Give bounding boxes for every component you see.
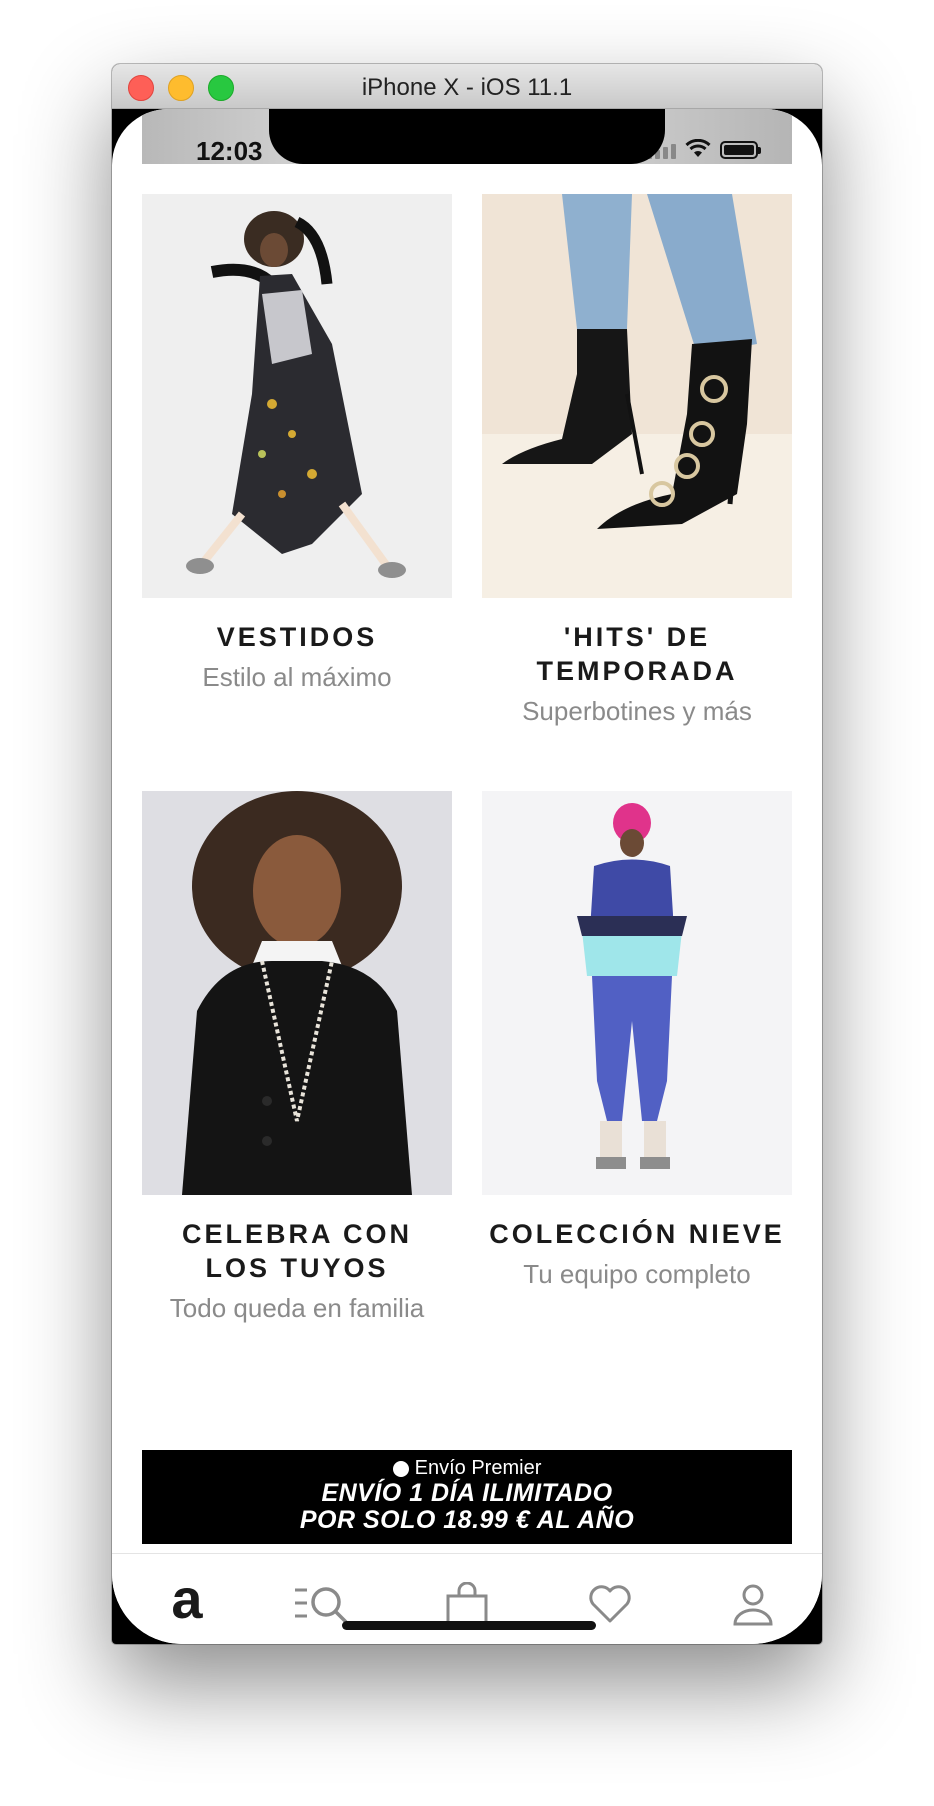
tab-bar: a <box>112 1553 822 1644</box>
category-tile-celebra[interactable]: CELEBRA CON LOS TUYOS Todo queda en fami… <box>142 791 452 1324</box>
tab-account[interactable] <box>723 1574 783 1634</box>
status-time: 12:03 <box>196 136 263 166</box>
banner-brand: Envío Premier <box>414 1457 542 1479</box>
phone-screen: 12:03 VESTIDOS Estilo al máximo 'HITS' D… <box>112 109 822 1644</box>
premier-banner[interactable]: Envío Premier ENVÍO 1 DÍA ILIMITADO POR … <box>142 1450 792 1544</box>
category-title: COLECCIÓN NIEVE <box>489 1219 785 1249</box>
tab-home[interactable]: a <box>157 1567 217 1634</box>
category-image-celebra <box>142 791 452 1195</box>
category-image-hits-temporada <box>482 194 792 598</box>
category-image-vestidos <box>142 194 452 598</box>
premier-logo-icon <box>392 1460 409 1477</box>
banner-line-1: ENVÍO 1 DÍA ILIMITADO <box>321 1479 613 1507</box>
category-image-coleccion-nieve <box>482 791 792 1195</box>
category-title: 'HITS' DE TEMPORADA <box>536 622 738 686</box>
category-subtitle: Todo queda en familia <box>169 1293 425 1323</box>
user-icon <box>733 1584 773 1626</box>
category-tile-coleccion-nieve[interactable]: COLECCIÓN NIEVE Tu equipo completo <box>482 791 792 1290</box>
window-title: iPhone X - iOS 11.1 <box>361 74 573 101</box>
wifi-icon <box>685 139 711 157</box>
category-title: VESTIDOS <box>216 622 378 652</box>
home-indicator[interactable] <box>342 1621 596 1630</box>
category-tile-hits-temporada[interactable]: 'HITS' DE TEMPORADA Superbotines y más <box>482 194 792 727</box>
category-title: CELEBRA CON LOS TUYOS <box>181 1219 412 1283</box>
home-logo-icon: a <box>171 1567 203 1630</box>
category-tile-vestidos[interactable]: VESTIDOS Estilo al máximo <box>142 194 452 693</box>
search-list-icon <box>295 1587 348 1624</box>
notch <box>269 109 665 164</box>
simulator-titlebar: iPhone X - iOS 11.1 <box>112 64 822 109</box>
banner-line-2: POR SOLO 18.99 € AL AÑO <box>299 1506 635 1534</box>
category-subtitle: Estilo al máximo <box>202 662 392 692</box>
shopping-bag-icon <box>446 1582 488 1625</box>
simulator-window: iPhone X - iOS 11.1 12:03 VESTIDOS Estil… <box>112 64 822 1644</box>
category-subtitle: Superbotines y más <box>522 696 752 726</box>
heart-icon <box>589 1585 631 1623</box>
status-icons <box>647 139 761 159</box>
category-subtitle: Tu equipo completo <box>523 1259 751 1289</box>
battery-icon <box>720 141 761 159</box>
